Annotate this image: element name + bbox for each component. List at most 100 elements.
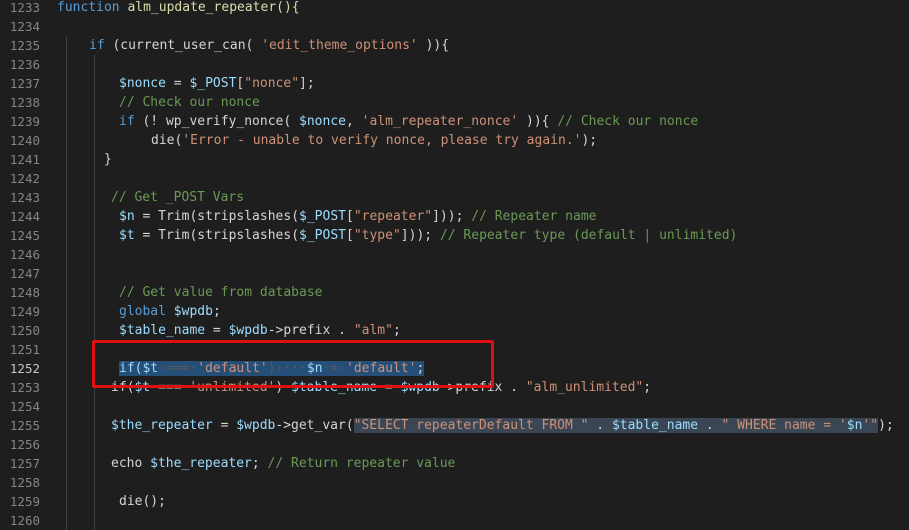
code-token: ])); bbox=[432, 209, 472, 224]
indent-guide bbox=[94, 169, 95, 188]
code-token: $wpdb bbox=[228, 323, 268, 338]
code-text: die('Error - unable to verify nonce, ple… bbox=[151, 131, 597, 150]
indent-guide bbox=[94, 131, 95, 150]
line-number: 1256 bbox=[9, 437, 40, 452]
line-number: 1236 bbox=[9, 57, 40, 72]
code-line[interactable]: 1250 $table_name = $wpdb->prefix . "alm"; bbox=[0, 321, 909, 340]
code-token: ); bbox=[581, 133, 598, 148]
indent-guide bbox=[66, 302, 67, 321]
indent-guide bbox=[66, 359, 67, 378]
code-token: ; bbox=[212, 304, 221, 319]
indent-guide bbox=[94, 93, 95, 112]
code-token: = Trim(stripslashes( bbox=[134, 228, 300, 243]
indent-guide bbox=[66, 340, 67, 359]
code-token: . bbox=[588, 418, 612, 433]
code-line[interactable]: 1236 bbox=[0, 55, 909, 74]
line-number: 1240 bbox=[9, 133, 40, 148]
indent-guide bbox=[66, 131, 67, 150]
indent-guide bbox=[66, 416, 67, 435]
code-token: die(); bbox=[119, 494, 166, 509]
code-line[interactable]: 1257 echo $the_repeater; // Return repeat… bbox=[0, 454, 909, 473]
indent-guide bbox=[66, 112, 67, 131]
indent-guide bbox=[94, 264, 95, 283]
code-line[interactable]: 1247 bbox=[0, 264, 909, 283]
code-line[interactable]: 1237 $nonce = $_POST["nonce"]; bbox=[0, 74, 909, 93]
indent-guide bbox=[94, 473, 95, 492]
code-token: $nonce bbox=[119, 76, 166, 91]
code-token: "type" bbox=[353, 228, 401, 243]
line-number: 1246 bbox=[9, 247, 40, 262]
code-line[interactable]: 1244 $n = Trim(stripslashes($_POST["repea… bbox=[0, 207, 909, 226]
indent-guide bbox=[94, 302, 95, 321]
code-line[interactable]: 1241} bbox=[0, 150, 909, 169]
indent-guide bbox=[94, 435, 95, 454]
code-token: '" bbox=[862, 418, 879, 433]
code-line[interactable]: 1243 // Get _POST Vars bbox=[0, 188, 909, 207]
code-token: $n bbox=[119, 209, 135, 224]
code-token: $_POST bbox=[299, 209, 346, 224]
indent-guide bbox=[94, 454, 95, 473]
indent-guide bbox=[66, 226, 67, 245]
code-line[interactable]: 1234 bbox=[0, 17, 909, 36]
code-line[interactable]: 1255 $the_repeater = $wpdb->get_var("SELE… bbox=[0, 416, 909, 435]
indent-guide bbox=[94, 245, 95, 264]
code-token: ); bbox=[878, 418, 894, 433]
code-token: die( bbox=[151, 133, 183, 148]
code-line[interactable]: 1242 bbox=[0, 169, 909, 188]
indent-guide bbox=[66, 283, 67, 302]
code-editor[interactable]: 1233 function alm_update_repeater(){ 1234 1… bbox=[0, 0, 909, 530]
indent-guide bbox=[66, 435, 67, 454]
code-line[interactable]: 1245 $t = Trim(stripslashes($_POST["type"… bbox=[0, 226, 909, 245]
line-number: 1244 bbox=[9, 209, 40, 224]
line-number: 1235 bbox=[9, 38, 40, 53]
code-token: )){ bbox=[417, 38, 450, 53]
code-line[interactable]: 1235 if (current_user_can( 'edit_theme_op… bbox=[0, 36, 909, 55]
code-line[interactable]: 1240 die('Error - unable to verify nonce,… bbox=[0, 131, 909, 150]
code-token: // Repeater name bbox=[471, 209, 597, 224]
indent-guide bbox=[66, 321, 67, 340]
code-text: $nonce = $_POST["nonce"]; bbox=[119, 74, 315, 93]
code-text: } bbox=[104, 150, 112, 169]
code-line[interactable]: 1258 bbox=[0, 473, 909, 492]
code-token: (current_user_can( bbox=[104, 38, 262, 53]
indent-guide bbox=[94, 416, 95, 435]
code-line[interactable]: 1254 bbox=[0, 397, 909, 416]
code-line[interactable]: 1238 // Check our nonce bbox=[0, 93, 909, 112]
code-line[interactable]: 1246 bbox=[0, 245, 909, 264]
indent-guide bbox=[66, 492, 67, 511]
indent-guide bbox=[94, 207, 95, 226]
code-text: if (! wp_verify_nonce( $nonce, 'alm_repe… bbox=[119, 112, 698, 131]
code-line[interactable]: 1260 bbox=[0, 511, 909, 530]
code-token: "SELECT repeaterDefault FROM " bbox=[353, 418, 589, 433]
code-line[interactable]: 1256 bbox=[0, 435, 909, 454]
code-line[interactable]: 1233 function alm_update_repeater(){ bbox=[0, 0, 909, 17]
indent-guide bbox=[94, 397, 95, 416]
code-token: $n bbox=[846, 418, 863, 433]
line-number: 1245 bbox=[9, 228, 40, 243]
line-number: 1248 bbox=[9, 285, 40, 300]
indent-guide bbox=[66, 207, 67, 226]
code-token: $nonce bbox=[299, 114, 346, 129]
code-token: $table_name bbox=[611, 418, 699, 433]
code-token: if bbox=[119, 114, 135, 129]
indent-guide bbox=[94, 150, 95, 169]
code-text: if (current_user_can( 'edit_theme_option… bbox=[89, 36, 449, 55]
code-line[interactable]: 1259 die(); bbox=[0, 492, 909, 511]
code-line[interactable]: 1248 // Get value from database bbox=[0, 283, 909, 302]
code-token: = bbox=[205, 323, 229, 338]
code-token: = bbox=[212, 418, 237, 433]
code-token: ->prefix . bbox=[267, 323, 354, 338]
code-line[interactable]: 1249 global $wpdb; bbox=[0, 302, 909, 321]
indent-guide bbox=[66, 245, 67, 264]
line-number: 1234 bbox=[9, 19, 40, 34]
code-token: // Check our nonce bbox=[557, 114, 699, 129]
line-number: 1249 bbox=[9, 304, 40, 319]
line-number: 1238 bbox=[9, 95, 40, 110]
indent-guide bbox=[66, 55, 67, 74]
code-line[interactable]: 1239 if (! wp_verify_nonce( $nonce, 'alm_… bbox=[0, 112, 909, 131]
line-number: 1260 bbox=[9, 513, 40, 528]
code-token: . bbox=[698, 418, 722, 433]
code-text: echo $the_repeater; // Return repeater v… bbox=[111, 454, 455, 473]
code-token: // Return repeater value bbox=[267, 456, 456, 471]
